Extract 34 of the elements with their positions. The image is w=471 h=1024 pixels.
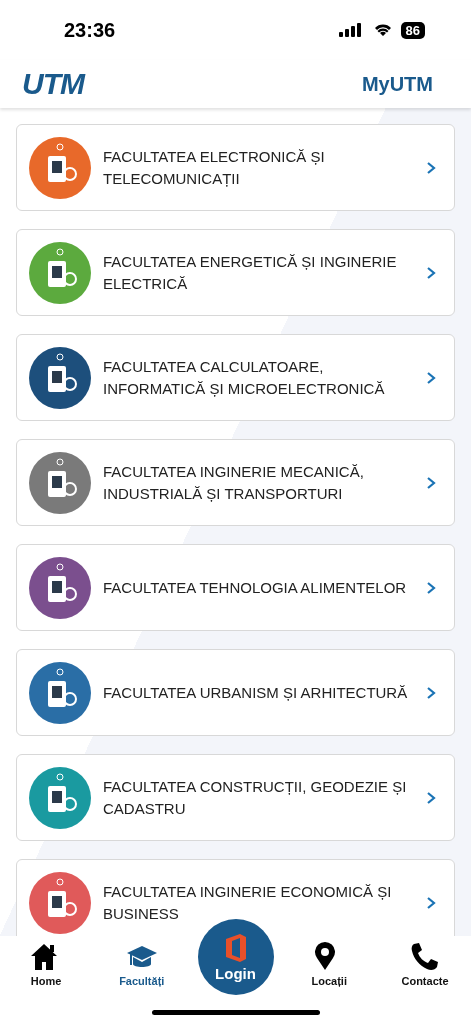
faculty-card[interactable]: FACULTATEA CONSTRUCȚII, GEODEZIE ȘI CADASTRU bbox=[16, 754, 455, 841]
chevron-right-icon bbox=[426, 370, 436, 385]
chevron-right-icon bbox=[426, 895, 436, 910]
utm-logo: UTM bbox=[22, 67, 84, 101]
faculty-card[interactable]: FACULTATEA URBANISM ȘI ARHITECTURĂ bbox=[16, 649, 455, 736]
faculty-card[interactable]: FACULTATEA INGINERIE ECONOMICĂ ȘI BUSINESS bbox=[16, 859, 455, 936]
chevron-right-icon bbox=[426, 265, 436, 280]
nav-tab[interactable]: Home bbox=[6, 936, 86, 987]
clock-time: 23:36 bbox=[64, 18, 116, 42]
faculty-name: FACULTATEA ELECTRONICĂ ȘI TELECOMUNICAȚII bbox=[103, 146, 326, 189]
login-button[interactable]: Login bbox=[197, 919, 274, 995]
faculty-card[interactable]: FACULTATEA ENERGETICĂ ȘI INGINERIE ELECTRICĂ bbox=[16, 229, 455, 316]
nav-tab[interactable]: Contacte bbox=[385, 936, 465, 987]
faculty-name: FACULTATEA URBANISM ȘI ARHITECTURĂ bbox=[103, 682, 409, 703]
battery-level: 86 bbox=[400, 21, 425, 39]
faculty-card[interactable]: FACULTATEA TEHNOLOGIA ALIMENTELOR bbox=[16, 544, 455, 631]
chevron-right-icon bbox=[426, 475, 436, 490]
office-icon bbox=[223, 932, 248, 963]
faculty-card[interactable]: FACULTATEA INGINERIE MECANICĂ, INDUSTRIALĂ ȘI TRANSPORTURI bbox=[16, 439, 455, 526]
faculty-card[interactable]: FACULTATEA ELECTRONICĂ ȘI TELECOMUNICAȚII bbox=[16, 124, 455, 211]
nav-tab[interactable]: Locații bbox=[289, 936, 370, 987]
faculty-name: FACULTATEA ENERGETICĂ ȘI INGINERIE ELECTRICĂ bbox=[103, 251, 398, 294]
chevron-right-icon bbox=[426, 685, 436, 700]
faculty-card[interactable]: FACULTATEA CALCULATOARE, INFORMATICĂ ȘI MICROELECTRONICĂ bbox=[16, 334, 455, 421]
chevron-right-icon bbox=[426, 580, 436, 595]
app-title: MyUTM bbox=[361, 72, 433, 96]
faculty-name: FACULTATEA TEHNOLOGIA ALIMENTELOR bbox=[103, 577, 408, 598]
nav-tab[interactable]: Facultăți bbox=[101, 936, 182, 987]
chevron-right-icon bbox=[426, 160, 436, 175]
faculty-name: FACULTATEA CONSTRUCȚII, GEODEZIE ȘI CADASTRU bbox=[103, 776, 408, 819]
phone-icon bbox=[409, 942, 441, 972]
faculty-name: FACULTATEA INGINERIE MECANICĂ, INDUSTRIALĂ ȘI TRANSPORTURI bbox=[103, 461, 365, 504]
chevron-right-icon bbox=[426, 790, 436, 805]
faculty-name: FACULTATEA CALCULATOARE, INFORMATICĂ ȘI MICROELECTRONICĂ bbox=[103, 356, 386, 399]
